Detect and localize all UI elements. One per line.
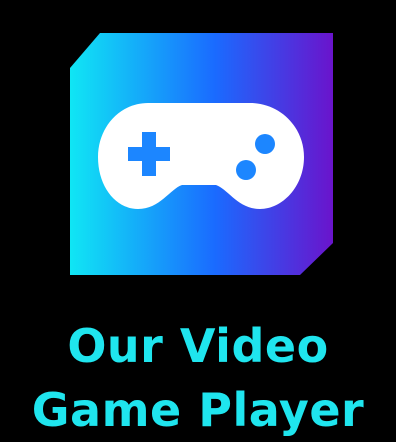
page-heading: Our Video Game Player (0, 314, 396, 442)
action-button-upper (255, 134, 275, 154)
gamepad-logo (70, 33, 333, 275)
action-button-lower (236, 160, 256, 180)
heading-line-2: Game Player (31, 383, 365, 437)
logo-tile (70, 33, 333, 275)
heading-line-1: Our Video (67, 319, 329, 373)
